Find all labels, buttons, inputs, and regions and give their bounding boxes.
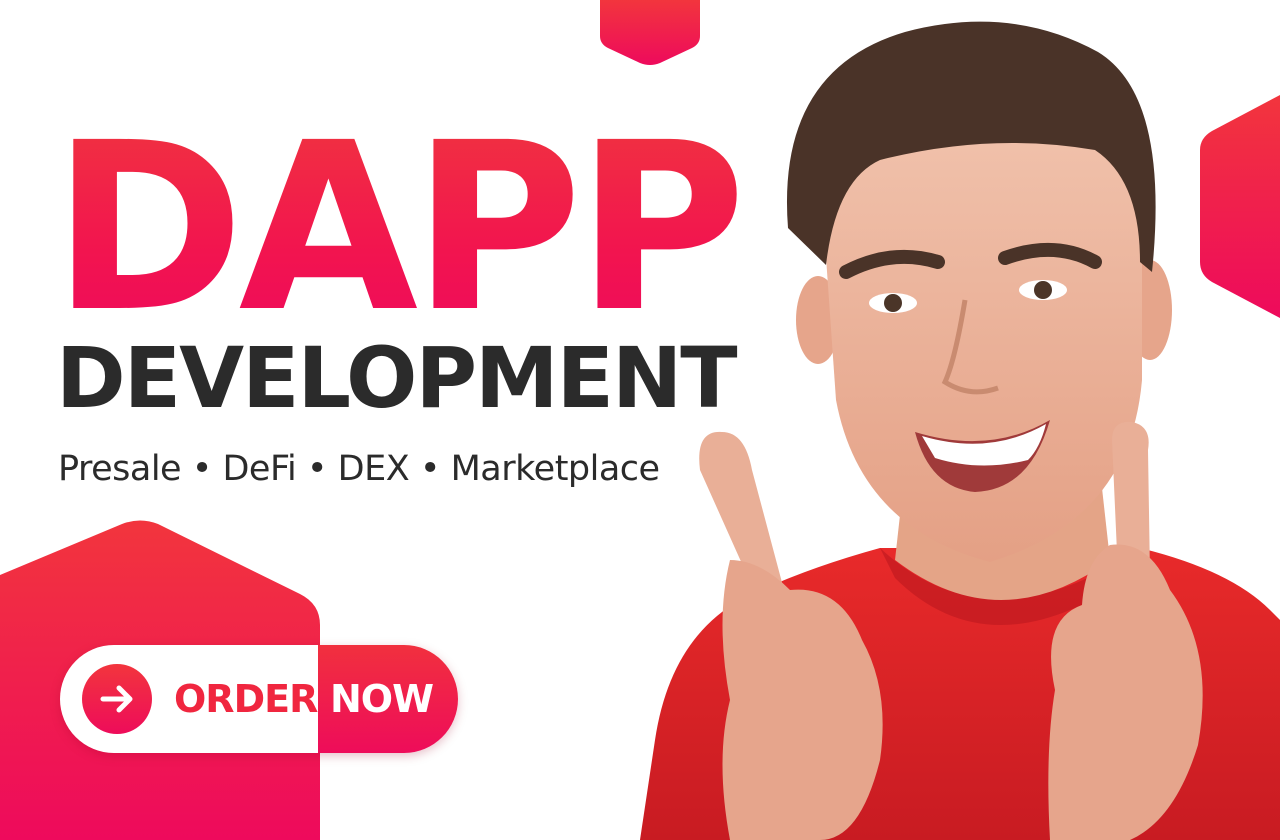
arrow-right-icon xyxy=(82,664,152,734)
order-now-button[interactable]: ORDER NOW xyxy=(60,645,458,753)
order-now-right-section: NOW xyxy=(318,645,458,753)
top-hexagon-shape xyxy=(600,0,700,65)
headline-subtitle: DEVELOPMENT xyxy=(56,329,738,427)
headline-title: DAPP xyxy=(52,93,746,363)
right-hexagon-shape xyxy=(1200,95,1280,318)
services-list: Presale • DeFi • DEX • Marketplace xyxy=(58,449,660,489)
order-now-left-section: ORDER xyxy=(60,645,318,753)
now-label: NOW xyxy=(330,677,434,721)
order-label: ORDER xyxy=(174,677,318,721)
banner: DAPP DEVELOPMENT Presale • DeFi • DEX • … xyxy=(0,0,1280,840)
